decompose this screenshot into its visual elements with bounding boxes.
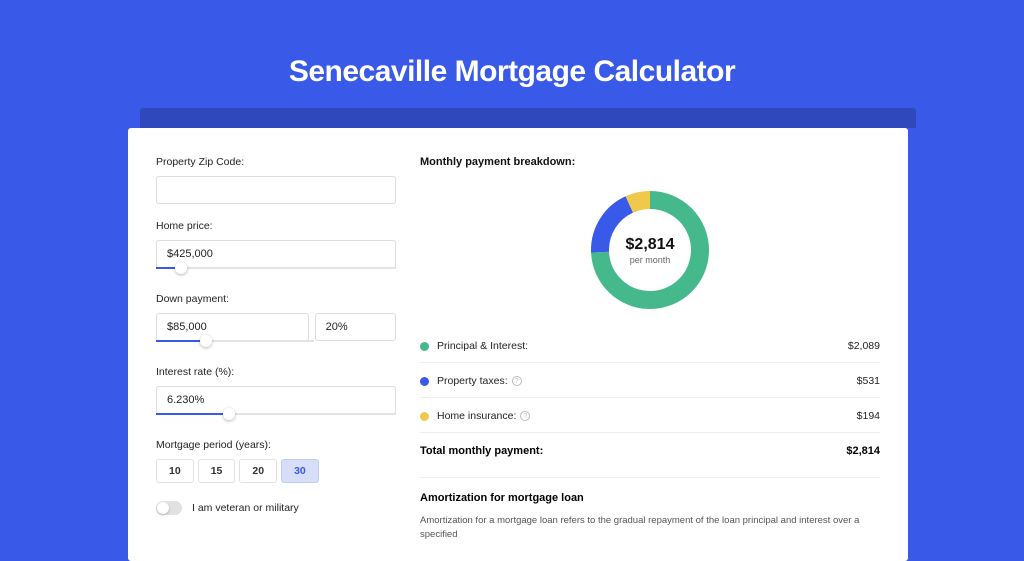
- period-group: 10 15 20 30: [156, 459, 396, 483]
- legend-value: $531: [857, 375, 880, 387]
- legend-row-principal: Principal & Interest: $2,089: [420, 332, 880, 360]
- legend-value: $194: [857, 410, 880, 422]
- period-10-button[interactable]: 10: [156, 459, 194, 483]
- amortization-title: Amortization for mortgage loan: [420, 492, 880, 504]
- legend-text: Home insurance:: [437, 410, 516, 422]
- veteran-toggle-row: I am veteran or military: [156, 501, 396, 515]
- home-price-label: Home price:: [156, 220, 396, 232]
- donut-amount: $2,814: [626, 236, 675, 254]
- period-30-button[interactable]: 30: [281, 459, 319, 483]
- page-title: Senecaville Mortgage Calculator: [0, 0, 1024, 117]
- interest-rate-label: Interest rate (%):: [156, 366, 396, 378]
- total-row: Total monthly payment: $2,814: [420, 437, 880, 475]
- zip-input[interactable]: [156, 176, 396, 204]
- legend-text: Principal & Interest:: [437, 340, 528, 352]
- dot-icon: [420, 412, 429, 421]
- legend-row-taxes: Property taxes: ? $531: [420, 367, 880, 395]
- period-label: Mortgage period (years):: [156, 439, 396, 451]
- period-15-button[interactable]: 15: [198, 459, 236, 483]
- donut-chart-wrap: $2,814 per month: [420, 184, 880, 332]
- legend-text: Property taxes:: [437, 375, 508, 387]
- veteran-toggle[interactable]: [156, 501, 182, 515]
- veteran-label: I am veteran or military: [192, 502, 299, 514]
- legend-value: $2,089: [848, 340, 880, 352]
- legend-row-insurance: Home insurance: ? $194: [420, 402, 880, 430]
- divider: [420, 477, 880, 478]
- legend-label: Principal & Interest:: [437, 340, 848, 352]
- help-icon[interactable]: ?: [520, 411, 530, 421]
- total-value: $2,814: [846, 445, 880, 457]
- zip-label: Property Zip Code:: [156, 156, 396, 168]
- legend-label: Home insurance: ?: [437, 410, 857, 422]
- donut-center: $2,814 per month: [588, 188, 712, 312]
- divider: [420, 432, 880, 433]
- card-shadow: [140, 108, 916, 128]
- divider: [420, 397, 880, 398]
- legend-label: Property taxes: ?: [437, 375, 857, 387]
- donut-sub: per month: [630, 255, 671, 265]
- monthly-payment-donut: $2,814 per month: [588, 188, 712, 312]
- total-label: Total monthly payment:: [420, 445, 543, 457]
- interest-rate-input[interactable]: [156, 386, 396, 414]
- calculator-card: Property Zip Code: Home price: Down paym…: [128, 128, 908, 561]
- dot-icon: [420, 342, 429, 351]
- dot-icon: [420, 377, 429, 386]
- period-20-button[interactable]: 20: [239, 459, 277, 483]
- help-icon[interactable]: ?: [512, 376, 522, 386]
- home-price-slider[interactable]: [156, 267, 396, 281]
- divider: [420, 362, 880, 363]
- down-payment-pct-input[interactable]: [315, 313, 396, 341]
- interest-rate-slider[interactable]: [156, 413, 396, 427]
- breakdown-title: Monthly payment breakdown:: [420, 156, 880, 168]
- amortization-text: Amortization for a mortgage loan refers …: [420, 514, 880, 543]
- home-price-input[interactable]: [156, 240, 396, 268]
- down-payment-label: Down payment:: [156, 293, 396, 305]
- down-payment-input[interactable]: [156, 313, 309, 341]
- inputs-column: Property Zip Code: Home price: Down paym…: [156, 156, 396, 543]
- breakdown-column: Monthly payment breakdown: $2,814 per mo…: [420, 156, 880, 543]
- down-payment-slider[interactable]: [156, 340, 314, 354]
